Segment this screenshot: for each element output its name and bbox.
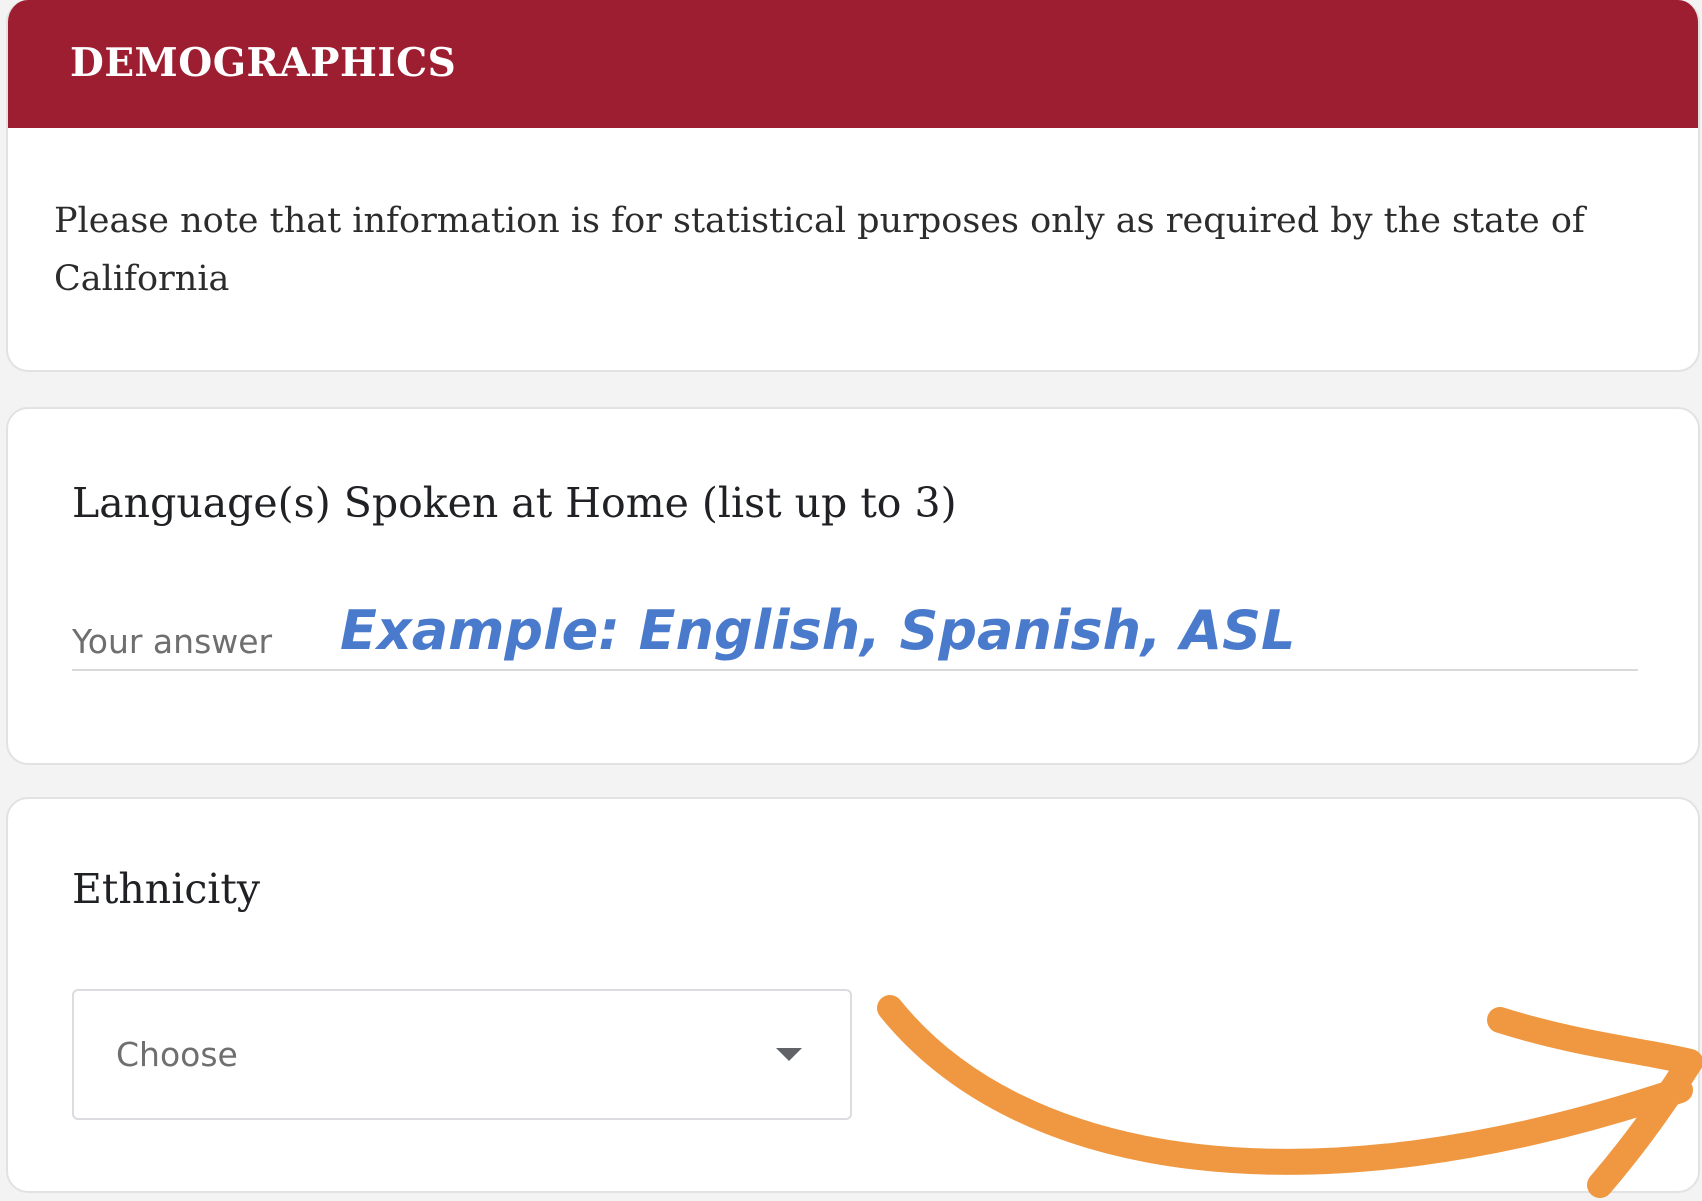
caret-down-icon [776,1048,802,1061]
language-question-title: Language(s) Spoken at Home (list up to 3… [72,479,957,527]
answer-placeholder: Your answer [72,622,273,661]
ethnicity-dropdown[interactable]: Choose [72,989,852,1120]
section-header-banner: DEMOGRAPHICS [8,0,1698,128]
dropdown-selected-value: Choose [116,1035,238,1074]
example-annotation: Example: English, Spanish, ASL [340,599,1296,662]
section-description: Please note that information is for stat… [54,201,1585,299]
language-answer-input[interactable]: Your answer Example: English, Spanish, A… [72,599,1638,671]
section-header-card: DEMOGRAPHICS Please note that informatio… [6,0,1700,372]
language-question-card: Language(s) Spoken at Home (list up to 3… [6,407,1700,765]
ethnicity-question-card: Ethnicity Choose [6,797,1700,1193]
ethnicity-question-title: Ethnicity [72,865,261,913]
section-title: DEMOGRAPHICS [70,40,457,86]
